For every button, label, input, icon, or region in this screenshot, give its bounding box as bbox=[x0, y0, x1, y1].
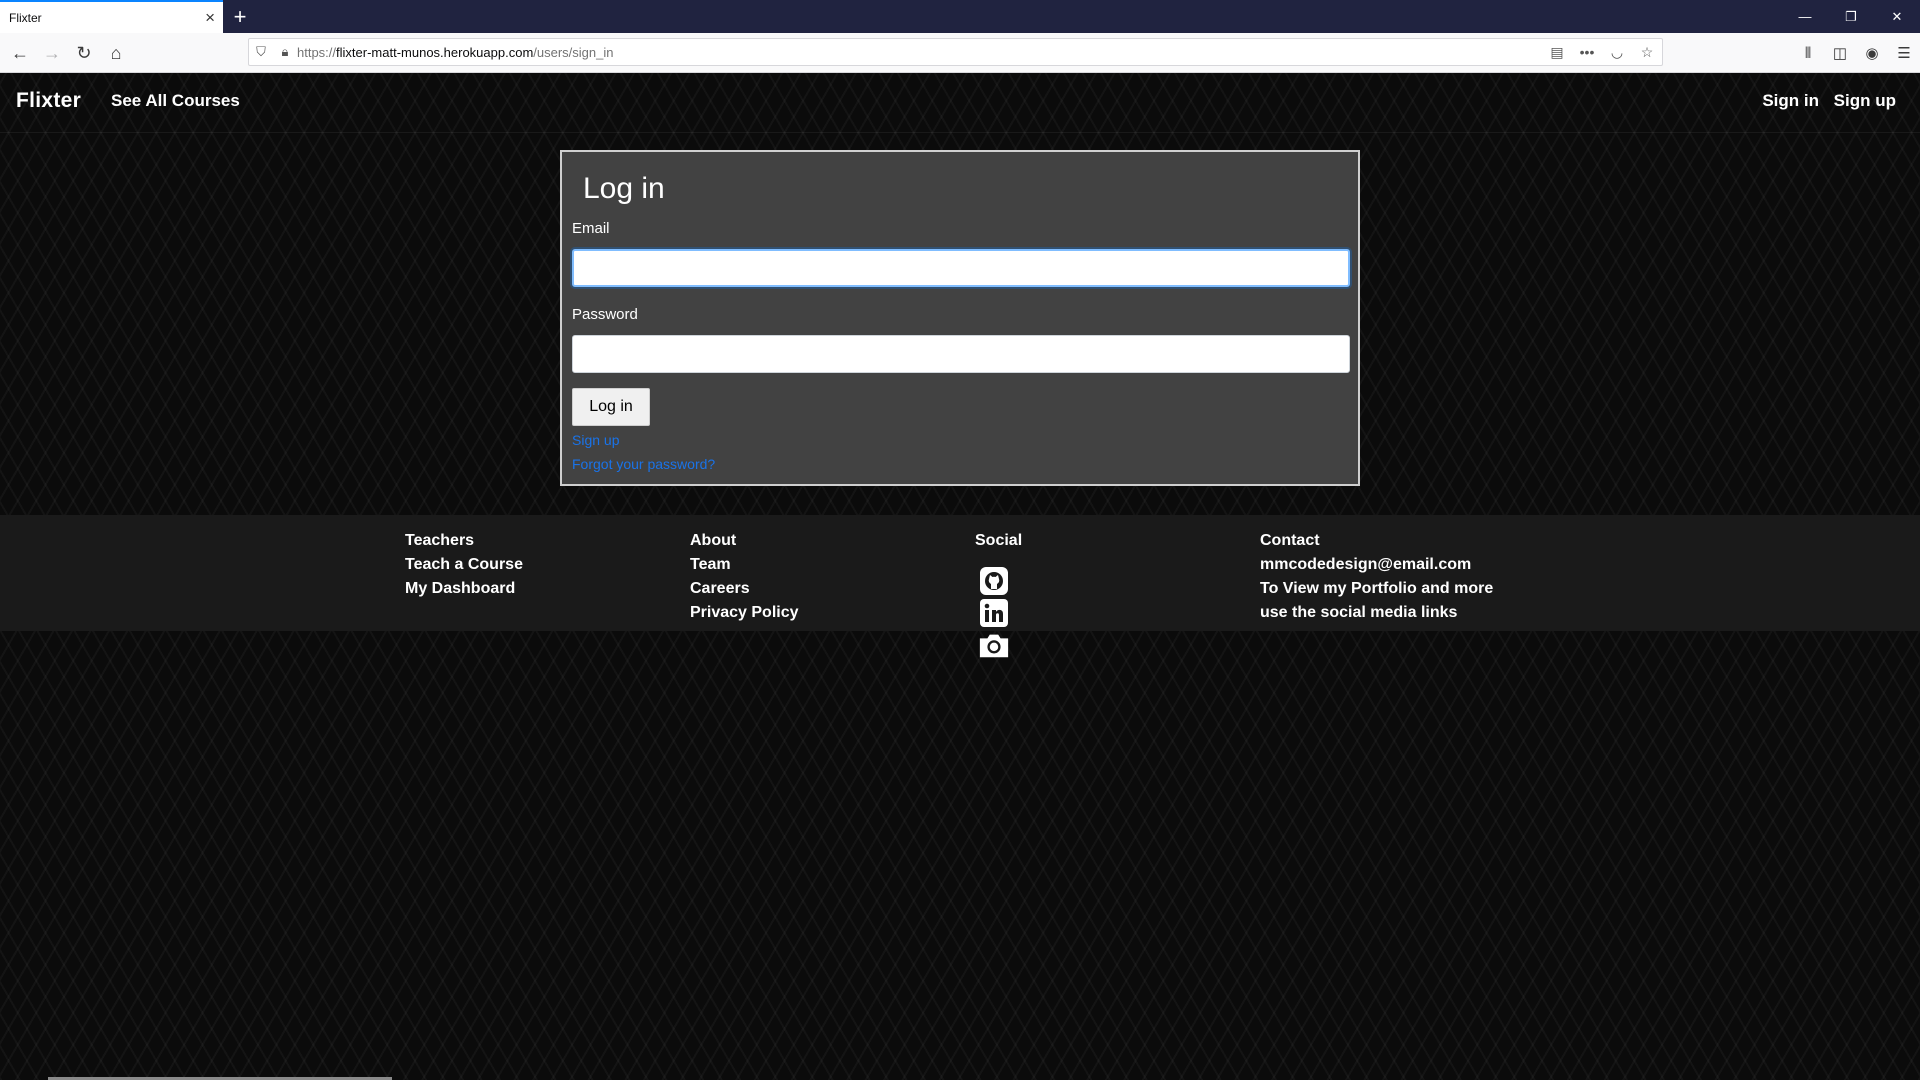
minimize-icon[interactable]: — bbox=[1782, 0, 1828, 33]
password-field[interactable] bbox=[572, 335, 1350, 373]
footer-teachers-column: Teachers Teach a Course My Dashboard bbox=[405, 529, 523, 601]
login-title: Log in bbox=[583, 172, 665, 205]
brand-logo[interactable]: Flixter bbox=[16, 89, 81, 113]
linkedin-icon[interactable] bbox=[978, 597, 1010, 629]
my-dashboard-link[interactable]: My Dashboard bbox=[405, 577, 523, 601]
tab-title: Flixter bbox=[9, 10, 42, 25]
browser-navbar: ← → ↻ ⌂ ⛉ 🔒︎ https://flixter-matt-munos.… bbox=[0, 33, 1920, 73]
sidebar-icon[interactable]: ◫ bbox=[1824, 39, 1856, 67]
password-label: Password bbox=[572, 306, 638, 323]
lock-icon[interactable]: 🔒︎ bbox=[273, 44, 297, 60]
footer-heading-about: About bbox=[690, 532, 737, 549]
email-field[interactable] bbox=[572, 249, 1350, 287]
close-tab-icon[interactable]: × bbox=[205, 9, 215, 26]
sign-up-link[interactable]: Sign up bbox=[1834, 91, 1896, 111]
pocket-icon[interactable]: ◡ bbox=[1602, 44, 1632, 61]
social-icons bbox=[975, 565, 1022, 661]
account-icon[interactable]: ◉ bbox=[1856, 39, 1888, 67]
toolbar-icons: ⫴ ◫ ◉ ☰ bbox=[1792, 39, 1920, 67]
footer-social-column: Social bbox=[975, 529, 1022, 661]
see-all-courses-link[interactable]: See All Courses bbox=[111, 91, 240, 111]
contact-note-line2: use the social media links bbox=[1260, 604, 1458, 621]
url-text: https://flixter-matt-munos.herokuapp.com… bbox=[297, 44, 614, 60]
menu-icon[interactable]: ☰ bbox=[1888, 39, 1920, 67]
reload-icon[interactable]: ↻ bbox=[70, 39, 98, 67]
footer-heading-teachers: Teachers bbox=[405, 532, 475, 549]
login-card: Log in Email Password Log in Sign up For… bbox=[560, 150, 1360, 486]
privacy-policy-link[interactable]: Privacy Policy bbox=[690, 601, 799, 625]
forward-icon[interactable]: → bbox=[38, 39, 66, 67]
close-window-icon[interactable]: ✕ bbox=[1874, 0, 1920, 33]
reader-view-icon[interactable]: ▤ bbox=[1542, 44, 1572, 61]
contact-note-line1: To View my Portfolio and more bbox=[1260, 580, 1494, 597]
github-icon[interactable] bbox=[978, 565, 1010, 597]
browser-tabstrip: Flixter × + — ❐ ✕ bbox=[0, 0, 1920, 33]
footer-about-column: About Team Careers Privacy Policy bbox=[690, 529, 799, 625]
footer-heading-social: Social bbox=[975, 532, 1023, 549]
site-header: Flixter See All Courses Sign in Sign up bbox=[0, 74, 1920, 133]
sign-in-link[interactable]: Sign in bbox=[1762, 91, 1819, 111]
new-tab-icon[interactable]: + bbox=[223, 0, 257, 33]
camera-icon[interactable] bbox=[978, 629, 1010, 661]
careers-link[interactable]: Careers bbox=[690, 577, 799, 601]
team-link[interactable]: Team bbox=[690, 553, 799, 577]
signup-link[interactable]: Sign up bbox=[572, 432, 619, 448]
login-submit-button[interactable]: Log in bbox=[572, 388, 650, 426]
browser-tab-active[interactable]: Flixter × bbox=[0, 0, 223, 33]
teach-a-course-link[interactable]: Teach a Course bbox=[405, 553, 523, 577]
site-footer: Teachers Teach a Course My Dashboard Abo… bbox=[0, 515, 1920, 658]
email-label: Email bbox=[572, 220, 610, 237]
forgot-password-link[interactable]: Forgot your password? bbox=[572, 456, 715, 472]
library-icon[interactable]: ⫴ bbox=[1792, 39, 1824, 67]
home-icon[interactable]: ⌂ bbox=[102, 39, 130, 67]
bookmark-star-icon[interactable]: ☆ bbox=[1632, 44, 1662, 61]
shield-icon[interactable]: ⛉ bbox=[249, 44, 273, 60]
footer-contact-column: Contact mmcodedesign@email.com To View m… bbox=[1260, 529, 1493, 625]
restore-icon[interactable]: ❐ bbox=[1828, 0, 1874, 33]
page-actions-icon[interactable]: ••• bbox=[1572, 44, 1602, 60]
window-controls: — ❐ ✕ bbox=[1782, 0, 1920, 33]
contact-email-link[interactable]: mmcodedesign@email.com bbox=[1260, 553, 1493, 577]
url-bar[interactable]: ⛉ 🔒︎ https://flixter-matt-munos.herokuap… bbox=[248, 38, 1663, 66]
back-icon[interactable]: ← bbox=[6, 39, 34, 67]
footer-heading-contact: Contact bbox=[1260, 532, 1320, 549]
